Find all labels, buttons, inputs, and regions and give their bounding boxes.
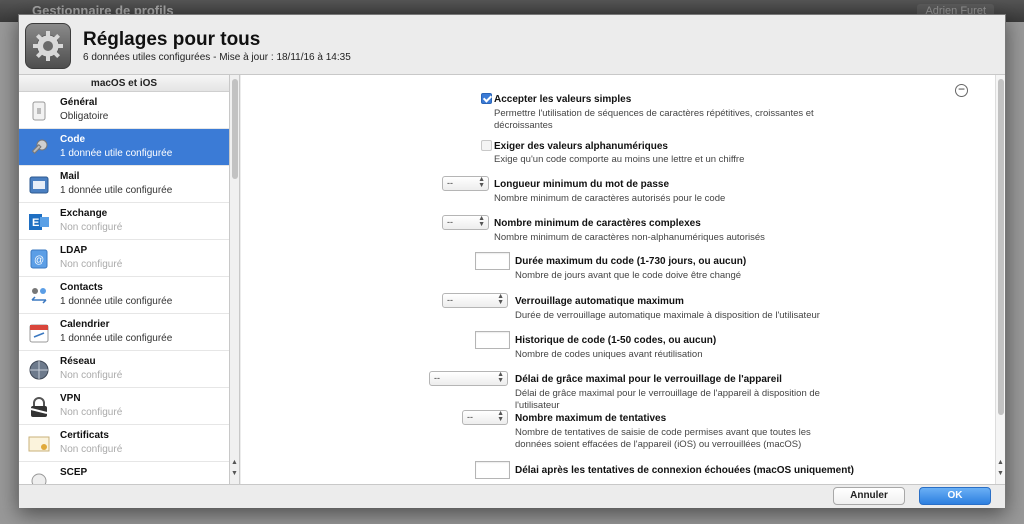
alphanumeric-checkbox[interactable]: [481, 140, 492, 151]
ok-button[interactable]: OK: [919, 487, 991, 505]
sidebar-item-calendar[interactable]: Calendrier 1 donnée utile configurée: [19, 314, 229, 351]
scroll-down-arrow-icon[interactable]: ▼: [997, 470, 1004, 477]
settings-sheet: Réglages pour tous 6 données utiles conf…: [18, 14, 1006, 508]
sidebar-item-status: Non configuré: [60, 407, 123, 418]
autolock-label: Verrouillage automatique maximum: [515, 296, 684, 307]
sidebar-item-ldap[interactable]: @ LDAP Non configuré: [19, 240, 229, 277]
autolock-description: Durée de verrouillage automatique maxima…: [515, 310, 820, 321]
sidebar-item-label: Mail: [60, 171, 80, 182]
scroll-down-arrow-icon[interactable]: ▼: [231, 470, 238, 477]
sidebar-item-label: LDAP: [60, 245, 88, 256]
max-age-label: Durée maximum du code (1-730 jours, ou a…: [515, 256, 747, 267]
sidebar-item-network[interactable]: Réseau Non configuré: [19, 351, 229, 388]
sidebar-item-label: Général: [60, 97, 98, 108]
remove-payload-button[interactable]: −: [955, 83, 968, 97]
svg-text:@: @: [34, 255, 44, 266]
sidebar-item-status: Non configuré: [60, 259, 123, 270]
max-age-description: Nombre de jours avant que le code doive …: [515, 270, 742, 281]
min-length-label: Longueur minimum du mot de passe: [494, 179, 670, 190]
sidebar-item-label: Calendrier: [60, 319, 110, 330]
sidebar-item-label: Certificats: [60, 430, 109, 441]
alphanumeric-label: Exiger des valeurs alphanumériques: [494, 141, 668, 152]
contacts-icon: [28, 285, 50, 307]
history-field[interactable]: [475, 331, 510, 349]
settings-pane: − Accepter les valeurs simples Permettre…: [241, 75, 1005, 484]
settings-scrollbar[interactable]: ▲ ▼: [995, 75, 1005, 484]
min-complex-label: Nombre minimum de caractères complexes: [494, 218, 701, 229]
ldap-icon: @: [28, 248, 50, 270]
alphanumeric-description: Exige qu'un code comporte au moins une l…: [494, 154, 745, 165]
background-bottom-bar: [0, 508, 1024, 524]
sidebar-item-mail[interactable]: Mail 1 donnée utile configurée: [19, 166, 229, 203]
sidebar-item-exchange[interactable]: E Exchange Non configuré: [19, 203, 229, 240]
background-left-panel: [0, 22, 18, 524]
scroll-up-arrow-icon[interactable]: ▲: [231, 459, 238, 466]
history-label: Historique de code (1-50 codes, ou aucun…: [515, 335, 717, 346]
simple-values-description: Permettre l'utilisation de séquences de …: [494, 108, 814, 131]
max-attempts-label: Nombre maximum de tentatives: [515, 413, 667, 424]
sidebar-item-status: Obligatoire: [60, 111, 109, 122]
scroll-up-arrow-icon[interactable]: ▲: [997, 459, 1004, 466]
grace-period-description: Délai de grâce maximal pour le verrouill…: [515, 388, 820, 411]
svg-text:E: E: [32, 217, 39, 229]
page-title: Réglages pour tous: [83, 29, 261, 50]
scep-icon: [28, 470, 50, 484]
simple-values-checkbox[interactable]: [481, 93, 492, 104]
grace-period-label: Délai de grâce maximal pour le verrouill…: [515, 374, 782, 385]
max-age-field[interactable]: [475, 252, 510, 270]
autolock-select[interactable]: -- ▲ ▼: [442, 293, 508, 308]
sidebar-item-contacts[interactable]: Contacts 1 donnée utile configurée: [19, 277, 229, 314]
sidebar-scrollbar[interactable]: ▲ ▼: [230, 75, 240, 484]
sidebar-item-certificates[interactable]: Certificats Non configuré: [19, 425, 229, 462]
key-icon: [28, 137, 50, 159]
max-attempts-description: Nombre de tentatives de saisie de code p…: [515, 427, 811, 450]
calendar-icon: [28, 322, 50, 344]
sidebar-section-header: macOS et iOS: [19, 75, 229, 92]
login-delay-field[interactable]: [475, 461, 510, 479]
sidebar-item-label: SCEP: [60, 467, 88, 478]
sidebar-item-general[interactable]: Général Obligatoire: [19, 92, 229, 129]
settings-scroll-thumb[interactable]: [998, 79, 1004, 415]
vpn-icon: [28, 396, 50, 418]
sidebar-item-vpn[interactable]: VPN Non configuré: [19, 388, 229, 425]
max-attempts-select[interactable]: -- ▲ ▼: [462, 410, 508, 425]
sidebar-item-scep[interactable]: SCEP: [19, 462, 229, 484]
mail-icon: [28, 174, 50, 196]
sidebar-item-status: 1 donnée utile configurée: [60, 333, 173, 344]
sidebar-item-status: 1 donnée utile configurée: [60, 296, 173, 307]
sheet-header: Réglages pour tous 6 données utiles conf…: [19, 15, 1005, 75]
min-length-select[interactable]: -- ▲ ▼: [442, 176, 489, 191]
sidebar-item-code[interactable]: Code 1 donnée utile configurée: [19, 129, 229, 166]
login-delay-label: Délai après les tentatives de connexion …: [515, 465, 854, 476]
network-icon: [28, 359, 50, 381]
min-complex-select[interactable]: -- ▲ ▼: [442, 215, 489, 230]
sidebar-item-label: Réseau: [60, 356, 96, 367]
page-subtitle: 6 données utiles configurées - Mise à jo…: [83, 52, 351, 63]
min-complex-description: Nombre minimum de caractères non-alphanu…: [494, 232, 765, 243]
background-right-panel: [1006, 22, 1024, 524]
sidebar-item-label: Code: [60, 134, 85, 145]
exchange-icon: E: [28, 211, 50, 233]
payload-sidebar: macOS et iOS Général Obligatoire Code 1 …: [19, 75, 230, 484]
sidebar-scroll-thumb[interactable]: [232, 79, 238, 179]
certificate-icon: [28, 433, 50, 455]
sidebar-item-label: Contacts: [60, 282, 103, 293]
sidebar-item-label: Exchange: [60, 208, 108, 219]
sidebar-item-status: 1 donnée utile configurée: [60, 148, 173, 159]
sidebar-item-status: Non configuré: [60, 444, 123, 455]
sheet-footer: Annuler OK: [19, 484, 1005, 508]
sidebar-item-status: Non configuré: [60, 222, 123, 233]
sidebar-item-status: 1 donnée utile configurée: [60, 185, 173, 196]
min-length-description: Nombre minimum de caractères autorisés p…: [494, 193, 726, 204]
sidebar-item-status: Non configuré: [60, 370, 123, 381]
simple-values-label: Accepter les valeurs simples: [494, 94, 632, 105]
cancel-button[interactable]: Annuler: [833, 487, 905, 505]
history-description: Nombre de codes uniques avant réutilisat…: [515, 349, 703, 360]
sidebar-item-label: VPN: [60, 393, 81, 404]
gear-icon: [25, 23, 71, 69]
general-icon: [28, 100, 50, 122]
grace-period-select[interactable]: -- ▲ ▼: [429, 371, 508, 386]
